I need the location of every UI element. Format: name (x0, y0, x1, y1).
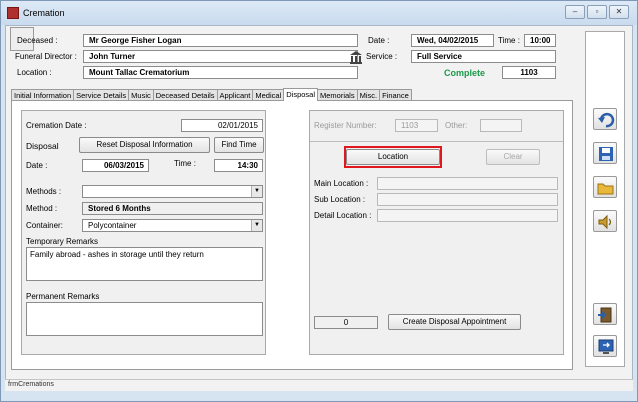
cremation-date-label: Cremation Date : (26, 121, 87, 130)
restore-button[interactable]: ▫ (587, 5, 607, 19)
exit-button[interactable] (593, 303, 617, 325)
appointment-count-field: 0 (314, 316, 378, 329)
title-bar: Cremation – ▫ ✕ (1, 1, 637, 25)
disposal-date-label: Date : (26, 161, 48, 170)
date-label: Date : (368, 36, 390, 45)
location-field[interactable]: Mount Tallac Crematorium (83, 66, 358, 79)
main-location-label: Main Location : (314, 179, 369, 188)
action-sidebar (585, 31, 625, 367)
create-disposal-appointment-button[interactable]: Create Disposal Appointment (388, 314, 521, 330)
exit-door-icon (598, 307, 612, 323)
register-panel: Register Number: 1103 Other: Location Cl… (309, 110, 564, 355)
methods-combo[interactable]: ▼ (82, 185, 263, 198)
sound-button[interactable] (593, 210, 617, 232)
window-title: Cremation (23, 8, 65, 18)
service-label: Service : (366, 52, 398, 61)
method-field[interactable]: Stored 6 Months (82, 202, 263, 215)
sub-location-label: Sub Location : (314, 195, 366, 204)
highlight-box (344, 146, 442, 168)
funeral-director-field[interactable]: John Turner (83, 50, 358, 63)
access-app-icon (7, 7, 19, 19)
monitor-exit-icon (598, 339, 614, 354)
disposal-heading: Disposal (26, 141, 59, 151)
chevron-down-icon[interactable]: ▼ (251, 220, 262, 231)
temporary-remarks-field[interactable]: Family abroad - ashes in storage until t… (26, 247, 263, 281)
other-field[interactable] (480, 119, 522, 132)
status-badge: Complete (444, 68, 486, 78)
disposal-panel: Cremation Date : 02/01/2015 Disposal Res… (21, 110, 266, 355)
sub-location-field[interactable] (377, 193, 558, 206)
tab-disposal[interactable]: Disposal (283, 88, 318, 101)
time-label: Time : (498, 36, 520, 45)
disposal-time-field[interactable]: 14:30 (214, 159, 263, 172)
building-icon[interactable] (349, 50, 363, 64)
disposal-tab-page: Cremation Date : 02/01/2015 Disposal Res… (11, 100, 573, 370)
permanent-remarks-label: Permanent Remarks (26, 292, 100, 301)
status-bar: frmCremations (5, 379, 633, 391)
date-field[interactable]: Wed, 04/02/2015 (411, 34, 494, 47)
reset-disposal-button[interactable]: Reset Disposal Information (79, 137, 210, 153)
folder-icon (597, 183, 614, 195)
deceased-field[interactable]: Mr George Fisher Logan (83, 34, 358, 47)
find-time-button[interactable]: Find Time (214, 137, 264, 153)
close-form-button[interactable] (593, 335, 617, 357)
deceased-label: Deceased : (17, 36, 58, 45)
cremation-window: Cremation – ▫ ✕ Deceased : Mr George Fis… (0, 0, 638, 402)
disposal-date-field[interactable]: 06/03/2015 (82, 159, 149, 172)
methods-label: Methods : (26, 187, 62, 196)
cremation-date-field[interactable]: 02/01/2015 (181, 119, 263, 132)
clear-button[interactable]: Clear (486, 149, 540, 165)
panel-divider (310, 141, 563, 142)
save-icon (599, 147, 613, 161)
detail-location-field[interactable] (377, 209, 558, 222)
undo-button[interactable] (593, 108, 617, 130)
register-number-field[interactable]: 1103 (395, 119, 438, 132)
disposal-time-label: Time : (174, 159, 196, 168)
service-field[interactable]: Full Service (411, 50, 556, 63)
container-combo[interactable]: Polycontainer ▼ (82, 219, 263, 232)
main-location-field[interactable] (377, 177, 558, 190)
container-combo-value: Polycontainer (88, 221, 137, 230)
temporary-remarks-label: Temporary Remarks (26, 237, 99, 246)
detail-location-label: Detail Location : (314, 211, 372, 220)
time-field[interactable]: 10:00 (524, 34, 556, 47)
container-label: Container: (26, 221, 63, 230)
speaker-icon (598, 214, 612, 230)
method-label: Method : (26, 204, 58, 213)
register-number-label: Register Number: (314, 121, 377, 130)
funeral-director-label: Funeral Director : (15, 52, 77, 61)
close-button[interactable]: ✕ (609, 5, 629, 19)
status-bar-text: frmCremations (8, 381, 54, 388)
form-client-area: Deceased : Mr George Fisher Logan Funera… (5, 25, 633, 391)
other-label: Other: (445, 121, 468, 130)
permanent-remarks-field[interactable] (26, 302, 263, 336)
record-number-field: 1103 (502, 66, 556, 79)
undo-icon (598, 112, 615, 128)
open-folder-button[interactable] (593, 176, 617, 198)
save-button[interactable] (593, 142, 617, 164)
location-label: Location : (17, 68, 52, 77)
chevron-down-icon[interactable]: ▼ (251, 186, 262, 197)
minimize-button[interactable]: – (565, 5, 585, 19)
